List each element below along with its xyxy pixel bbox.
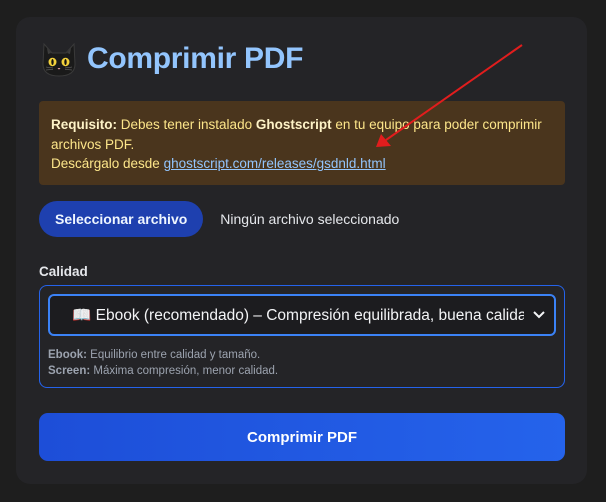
requirement-text-before: Debes tener instalado <box>117 117 256 132</box>
header: Comprimir PDF <box>40 39 303 79</box>
quality-label: Calidad <box>39 264 88 279</box>
quality-selected-text: Ebook (recomendado) – Compresión equilib… <box>95 306 524 324</box>
black-cat-icon <box>42 42 76 77</box>
requirement-notice: Requisito: Debes tener instalado Ghostsc… <box>39 101 565 185</box>
select-file-button[interactable]: Seleccionar archivo <box>39 201 204 237</box>
file-status: Ningún archivo seleccionado <box>220 211 400 227</box>
download-text: Descárgalo desde <box>51 156 164 171</box>
hint-screen: Screen: Máxima compresión, menor calidad… <box>48 363 278 379</box>
ghostscript-download-link[interactable]: ghostscript.com/releases/gsdnld.html <box>164 156 386 171</box>
hint-ebook-name: Ebook: <box>48 349 87 361</box>
hint-screen-text: Máxima compresión, menor calidad. <box>90 365 279 377</box>
quality-section: 📖 Ebook (recomendado) – Compresión equil… <box>39 285 565 388</box>
hint-ebook-text: Equilibrio entre calidad y tamaño. <box>86 349 261 361</box>
hint-ebook: Ebook: Equilibrio entre calidad y tamaño… <box>48 347 278 363</box>
requirement-prefix: Requisito: <box>51 117 117 132</box>
hint-screen-name: Screen: <box>48 365 91 377</box>
quality-select[interactable]: 📖 Ebook (recomendado) – Compresión equil… <box>48 294 556 336</box>
requirement-software: Ghostscript <box>255 117 332 132</box>
quality-selected-value: 📖 Ebook (recomendado) – Compresión equil… <box>72 306 524 325</box>
quality-hints: Ebook: Equilibrio entre calidad y tamaño… <box>48 347 278 379</box>
compress-pdf-button[interactable]: Comprimir PDF <box>39 413 565 461</box>
compress-pdf-card: Comprimir PDF Requisito: Debes tener ins… <box>16 17 587 484</box>
page-title: Comprimir PDF <box>87 42 304 75</box>
chevron-down-icon <box>524 306 554 324</box>
file-picker: Seleccionar archivo Ningún archivo selec… <box>39 201 399 237</box>
book-icon: 📖 <box>72 306 92 324</box>
